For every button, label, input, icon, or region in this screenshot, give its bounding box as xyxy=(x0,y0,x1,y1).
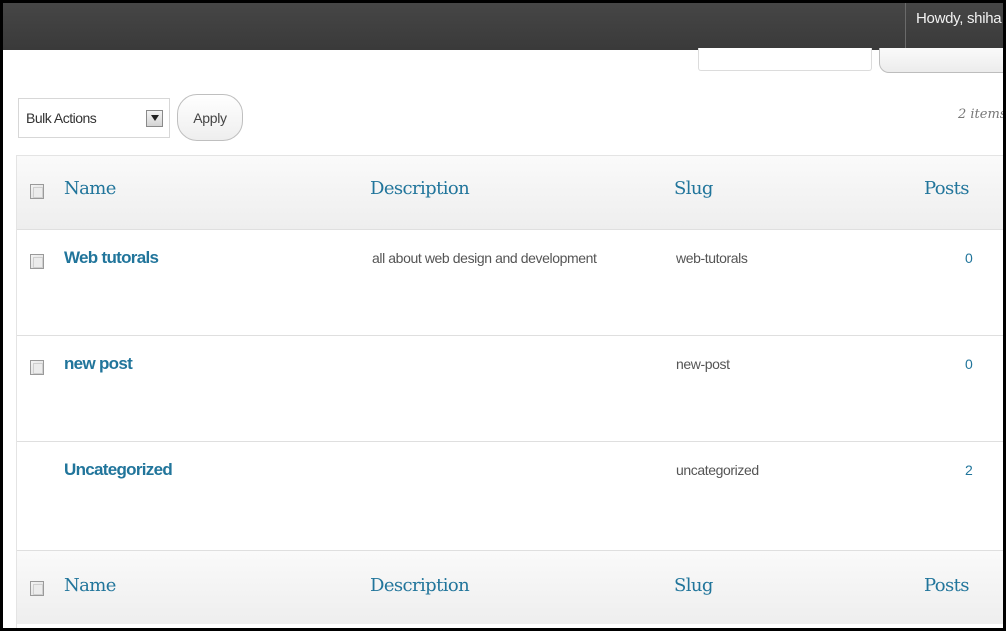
select-all-checkbox[interactable] xyxy=(30,184,44,199)
column-header-description[interactable]: Description xyxy=(370,178,470,199)
howdy-user-menu[interactable]: Howdy, shiha xyxy=(905,3,1003,50)
column-header-posts[interactable]: Posts xyxy=(924,178,970,199)
category-post-count[interactable]: 2 xyxy=(965,462,973,478)
category-slug: uncategorized xyxy=(676,462,759,478)
category-description: all about web design and development xyxy=(372,250,597,266)
table-row: Web tutorals all about web design and de… xyxy=(17,230,1003,336)
search-button-partial[interactable] xyxy=(879,48,1003,73)
bulk-actions-select[interactable]: Bulk Actions xyxy=(18,98,170,138)
bulk-actions-label: Bulk Actions xyxy=(26,110,97,126)
items-count: 2 items xyxy=(958,107,1006,122)
row-checkbox[interactable] xyxy=(30,360,44,375)
column-footer-slug[interactable]: Slug xyxy=(674,575,713,596)
category-post-count[interactable]: 0 xyxy=(965,356,973,372)
select-all-checkbox-footer[interactable] xyxy=(30,581,44,596)
search-input-partial[interactable] xyxy=(698,48,872,71)
table-footer: Name Description Slug Posts xyxy=(17,550,1003,624)
category-post-count[interactable]: 0 xyxy=(965,250,973,266)
column-header-name[interactable]: Name xyxy=(64,178,116,199)
column-footer-name[interactable]: Name xyxy=(64,575,116,596)
category-name-link[interactable]: Uncategorized xyxy=(64,460,173,480)
table-row: Uncategorized uncategorized 2 xyxy=(17,442,1003,548)
column-footer-description[interactable]: Description xyxy=(370,575,470,596)
categories-screen: Howdy, shiha Bulk Actions Apply 2 items … xyxy=(0,0,1006,631)
table-row: new post new-post 0 xyxy=(17,336,1003,442)
admin-bar: Howdy, shiha xyxy=(3,3,1003,50)
category-name-link[interactable]: Web tutorals xyxy=(64,248,159,268)
table-header: Name Description Slug Posts xyxy=(17,156,1003,230)
column-header-slug[interactable]: Slug xyxy=(674,178,713,199)
categories-table: Name Description Slug Posts Web tutorals… xyxy=(16,155,1003,628)
row-checkbox[interactable] xyxy=(30,254,44,269)
apply-button[interactable]: Apply xyxy=(177,94,243,141)
chevron-down-icon[interactable] xyxy=(146,109,163,127)
category-name-link[interactable]: new post xyxy=(64,354,133,374)
category-slug: web-tutorals xyxy=(676,250,748,266)
column-footer-posts[interactable]: Posts xyxy=(924,575,970,596)
category-slug: new-post xyxy=(676,356,730,372)
